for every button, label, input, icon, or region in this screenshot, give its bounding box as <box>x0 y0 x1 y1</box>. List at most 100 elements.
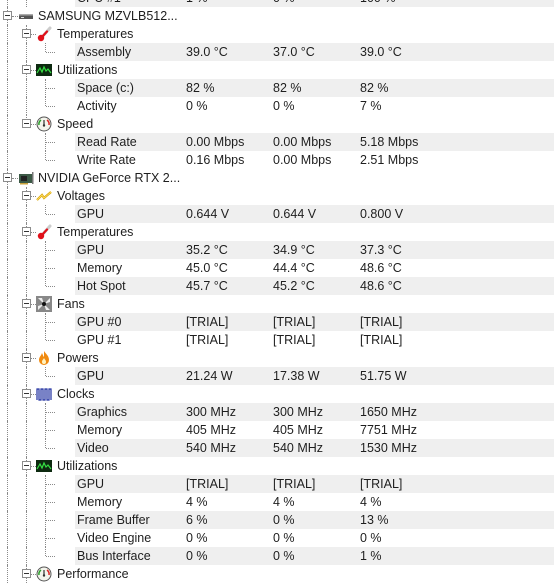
sensor-row[interactable]: Video 540 MHz 540 MHz 1530 MHz <box>0 439 554 457</box>
sensor-value-current: 39.0 °C <box>186 45 228 59</box>
device-node[interactable]: NVIDIA GeForce RTX 2... <box>0 169 554 187</box>
sensor-group-node[interactable]: Performance <box>0 565 554 583</box>
sensor-row[interactable]: Assembly 39.0 °C 37.0 °C 39.0 °C <box>0 43 554 61</box>
sensor-value-min: 0.00 Mbps <box>273 135 332 149</box>
sensor-group-node[interactable]: Temperatures <box>0 25 554 43</box>
tree-line <box>7 277 8 295</box>
sensor-value-max: 5.18 Mbps <box>360 135 419 149</box>
sensor-value-min: 540 MHz <box>273 441 324 455</box>
sensor-row[interactable]: GPU 21.24 W 17.38 W 51.75 W <box>0 367 554 385</box>
sensor-row[interactable]: Space (c:) 82 % 82 % 82 % <box>0 79 554 97</box>
sensor-row[interactable]: GPU #1 [TRIAL] [TRIAL] [TRIAL] <box>0 331 554 349</box>
tree-line <box>45 367 46 376</box>
group-name: Powers <box>57 351 99 365</box>
sensor-group-node[interactable]: Utilizations <box>0 457 554 475</box>
device-node[interactable]: SAMSUNG MZVLB512... <box>0 7 554 25</box>
tree-line <box>7 529 8 547</box>
group-name: Speed <box>57 117 94 131</box>
sensor-value-max: 7 % <box>360 99 382 113</box>
tree-line <box>46 448 55 449</box>
sensor-group-node[interactable]: Utilizations <box>0 61 554 79</box>
sensor-group-node[interactable]: Voltages <box>0 187 554 205</box>
tree-line <box>46 106 55 107</box>
collapse-toggle[interactable] <box>3 11 12 20</box>
sensor-value-max: 48.6 °C <box>360 279 402 293</box>
sensor-row[interactable]: Video Engine 0 % 0 % 0 % <box>0 529 554 547</box>
sensor-row[interactable]: GPU [TRIAL] [TRIAL] [TRIAL] <box>0 475 554 493</box>
sensor-row[interactable]: Memory 4 % 4 % 4 % <box>0 493 554 511</box>
collapse-toggle[interactable] <box>22 389 31 398</box>
sensor-row[interactable]: GPU 35.2 °C 34.9 °C 37.3 °C <box>0 241 554 259</box>
tree-line <box>26 367 27 385</box>
sensor-value-min: 34.9 °C <box>273 243 315 257</box>
collapse-toggle[interactable] <box>22 29 31 38</box>
sensor-row[interactable]: Hot Spot 45.7 °C 45.2 °C 48.6 °C <box>0 277 554 295</box>
sensor-value-max: [TRIAL] <box>360 477 403 491</box>
collapse-toggle[interactable] <box>22 353 31 362</box>
sensor-group-node[interactable]: Powers <box>0 349 554 367</box>
clock-wave-icon <box>36 386 52 402</box>
sensor-value-max: 1 % <box>360 549 382 563</box>
tree-line <box>45 43 46 52</box>
sensor-value-min: 0 % <box>273 99 295 113</box>
ssd-drive-icon <box>18 8 34 24</box>
tree-line <box>45 277 46 286</box>
collapse-toggle[interactable] <box>22 461 31 470</box>
collapse-toggle[interactable] <box>22 191 31 200</box>
sensor-label: Read Rate <box>77 135 137 149</box>
sensor-row[interactable]: Memory 405 MHz 405 MHz 7751 MHz <box>0 421 554 439</box>
collapse-toggle[interactable] <box>22 299 31 308</box>
tree-line <box>46 412 55 413</box>
sensor-label: Frame Buffer <box>77 513 150 527</box>
sensor-value-max: 100 % <box>360 0 395 7</box>
collapse-toggle[interactable] <box>3 173 12 182</box>
collapse-toggle[interactable] <box>22 65 31 74</box>
sensor-value-min: 0 % <box>273 531 295 545</box>
sensor-label: Bus Interface <box>77 549 151 563</box>
sensor-label: Hot Spot <box>77 279 126 293</box>
sensor-row[interactable]: Graphics 300 MHz 300 MHz 1650 MHz <box>0 403 554 421</box>
tree-line <box>7 511 8 529</box>
sensor-row[interactable]: GPU #0 [TRIAL] [TRIAL] [TRIAL] <box>0 313 554 331</box>
collapse-toggle[interactable] <box>22 569 31 578</box>
tree-line <box>26 511 27 529</box>
sensor-value-min: 45.2 °C <box>273 279 315 293</box>
sensor-row[interactable]: Bus Interface 0 % 0 % 1 % <box>0 547 554 565</box>
sensor-group-node[interactable]: Fans <box>0 295 554 313</box>
tree-line <box>45 97 46 106</box>
sensor-value-max: 48.6 °C <box>360 261 402 275</box>
sensor-value-current: 405 MHz <box>186 423 237 437</box>
sensor-value-min: 300 MHz <box>273 405 324 419</box>
sensor-value-min: 17.38 W <box>273 369 320 383</box>
sensor-row[interactable]: Write Rate 0.16 Mbps 0.00 Mbps 2.51 Mbps <box>0 151 554 169</box>
sensor-label: Memory <box>77 495 123 509</box>
sensor-row[interactable]: Memory 45.0 °C 44.4 °C 48.6 °C <box>0 259 554 277</box>
sensor-value-max: 1650 MHz <box>360 405 417 419</box>
tree-line <box>26 475 27 493</box>
group-name: Utilizations <box>57 459 118 473</box>
sensor-row[interactable]: CPU #1 1 % 0 % 100 % <box>0 0 554 7</box>
tree-line <box>26 79 27 97</box>
sensor-row[interactable]: Activity 0 % 0 % 7 % <box>0 97 554 115</box>
tree-line <box>7 115 8 133</box>
tree-line <box>46 430 55 431</box>
sensor-group-node[interactable]: Speed <box>0 115 554 133</box>
tree-line <box>26 493 27 511</box>
sensor-label: GPU <box>77 207 105 221</box>
sensor-row[interactable]: GPU 0.644 V 0.644 V 0.800 V <box>0 205 554 223</box>
sensor-row[interactable]: Read Rate 0.00 Mbps 0.00 Mbps 5.18 Mbps <box>0 133 554 151</box>
sensor-row[interactable]: Frame Buffer 6 % 0 % 13 % <box>0 511 554 529</box>
group-name: Utilizations <box>57 63 118 77</box>
power-flame-icon <box>36 350 52 366</box>
sensor-group-node[interactable]: Clocks <box>0 385 554 403</box>
tree-line <box>7 385 8 403</box>
sensor-label: GPU #1 <box>77 333 122 347</box>
collapse-toggle[interactable] <box>22 119 31 128</box>
thermometer-icon <box>36 224 52 240</box>
sensor-group-node[interactable]: Temperatures <box>0 223 554 241</box>
sensor-tree[interactable]: CPU #1 1 % 0 % 100 % SAMSUNG MZVLB512... Temp… <box>0 0 554 583</box>
tree-line <box>7 403 8 421</box>
tree-line <box>7 547 8 565</box>
collapse-toggle[interactable] <box>22 227 31 236</box>
sensor-label: GPU <box>77 369 105 383</box>
